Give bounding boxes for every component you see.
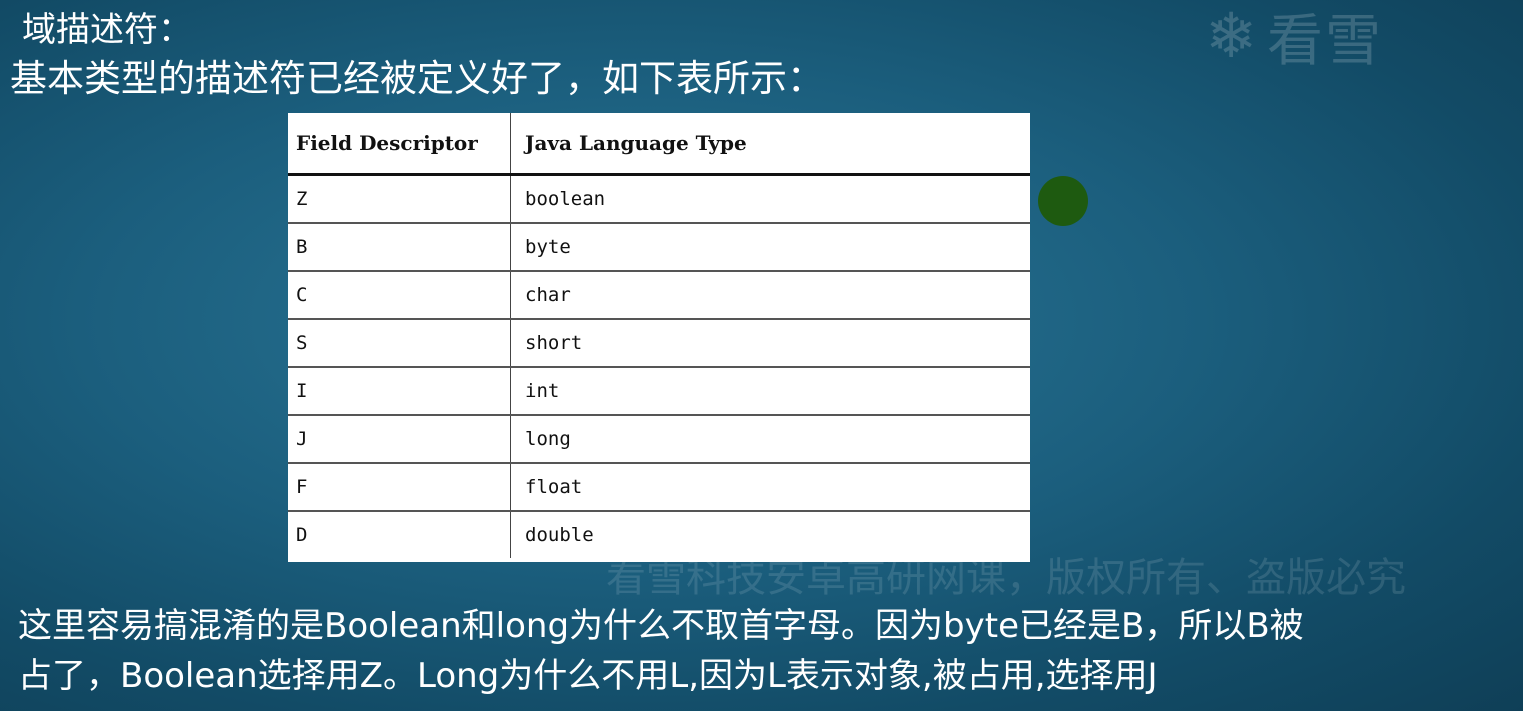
descriptor-cell: D: [288, 511, 511, 558]
table-row: Zboolean: [288, 174, 1030, 224]
table-header-row: Field Descriptor Java Language Type: [288, 113, 1030, 176]
header-java-language-type: Java Language Type: [510, 113, 1030, 176]
type-cell: long: [510, 415, 1030, 464]
type-cell: char: [510, 271, 1030, 320]
table-row: Ffloat: [288, 463, 1030, 512]
section-subtitle: 基本类型的描述符已经被定义好了，如下表所示：: [10, 57, 824, 100]
descriptor-cell: F: [288, 463, 511, 512]
descriptor-cell: C: [288, 271, 511, 320]
descriptor-cell: S: [288, 319, 511, 368]
type-cell: float: [510, 463, 1030, 512]
explanation-line-2: 占了，Boolean选择用Z。Long为什么不用L,因为L表示对象,被占用,选择…: [18, 656, 1158, 696]
descriptor-cell: Z: [288, 174, 511, 224]
laser-pointer-dot: [1038, 176, 1088, 226]
descriptor-cell: I: [288, 367, 511, 416]
descriptor-table: Field Descriptor Java Language Type Zboo…: [288, 113, 1030, 562]
table-row: Bbyte: [288, 223, 1030, 272]
type-cell: short: [510, 319, 1030, 368]
type-cell: int: [510, 367, 1030, 416]
table-row: Jlong: [288, 415, 1030, 464]
watermark-logo: ❄ 看雪: [1205, 0, 1383, 74]
watermark-logo-text: 看雪: [1266, 8, 1383, 74]
descriptor-cell: J: [288, 415, 511, 464]
snowflake-icon: ❄: [1205, 0, 1257, 72]
section-title: 域描述符：: [22, 10, 192, 50]
header-field-descriptor: Field Descriptor: [288, 113, 511, 176]
table-row: Iint: [288, 367, 1030, 416]
type-cell: boolean: [510, 174, 1030, 224]
table-row: Sshort: [288, 319, 1030, 368]
copyright-watermark: 看雪科技安卓高研网课，版权所有、盗版必究: [606, 555, 1406, 601]
explanation-line-1: 这里容易搞混淆的是Boolean和long为什么不取首字母。因为byte已经是B…: [18, 606, 1304, 646]
table-row: Cchar: [288, 271, 1030, 320]
type-cell: byte: [510, 223, 1030, 272]
descriptor-cell: B: [288, 223, 511, 272]
